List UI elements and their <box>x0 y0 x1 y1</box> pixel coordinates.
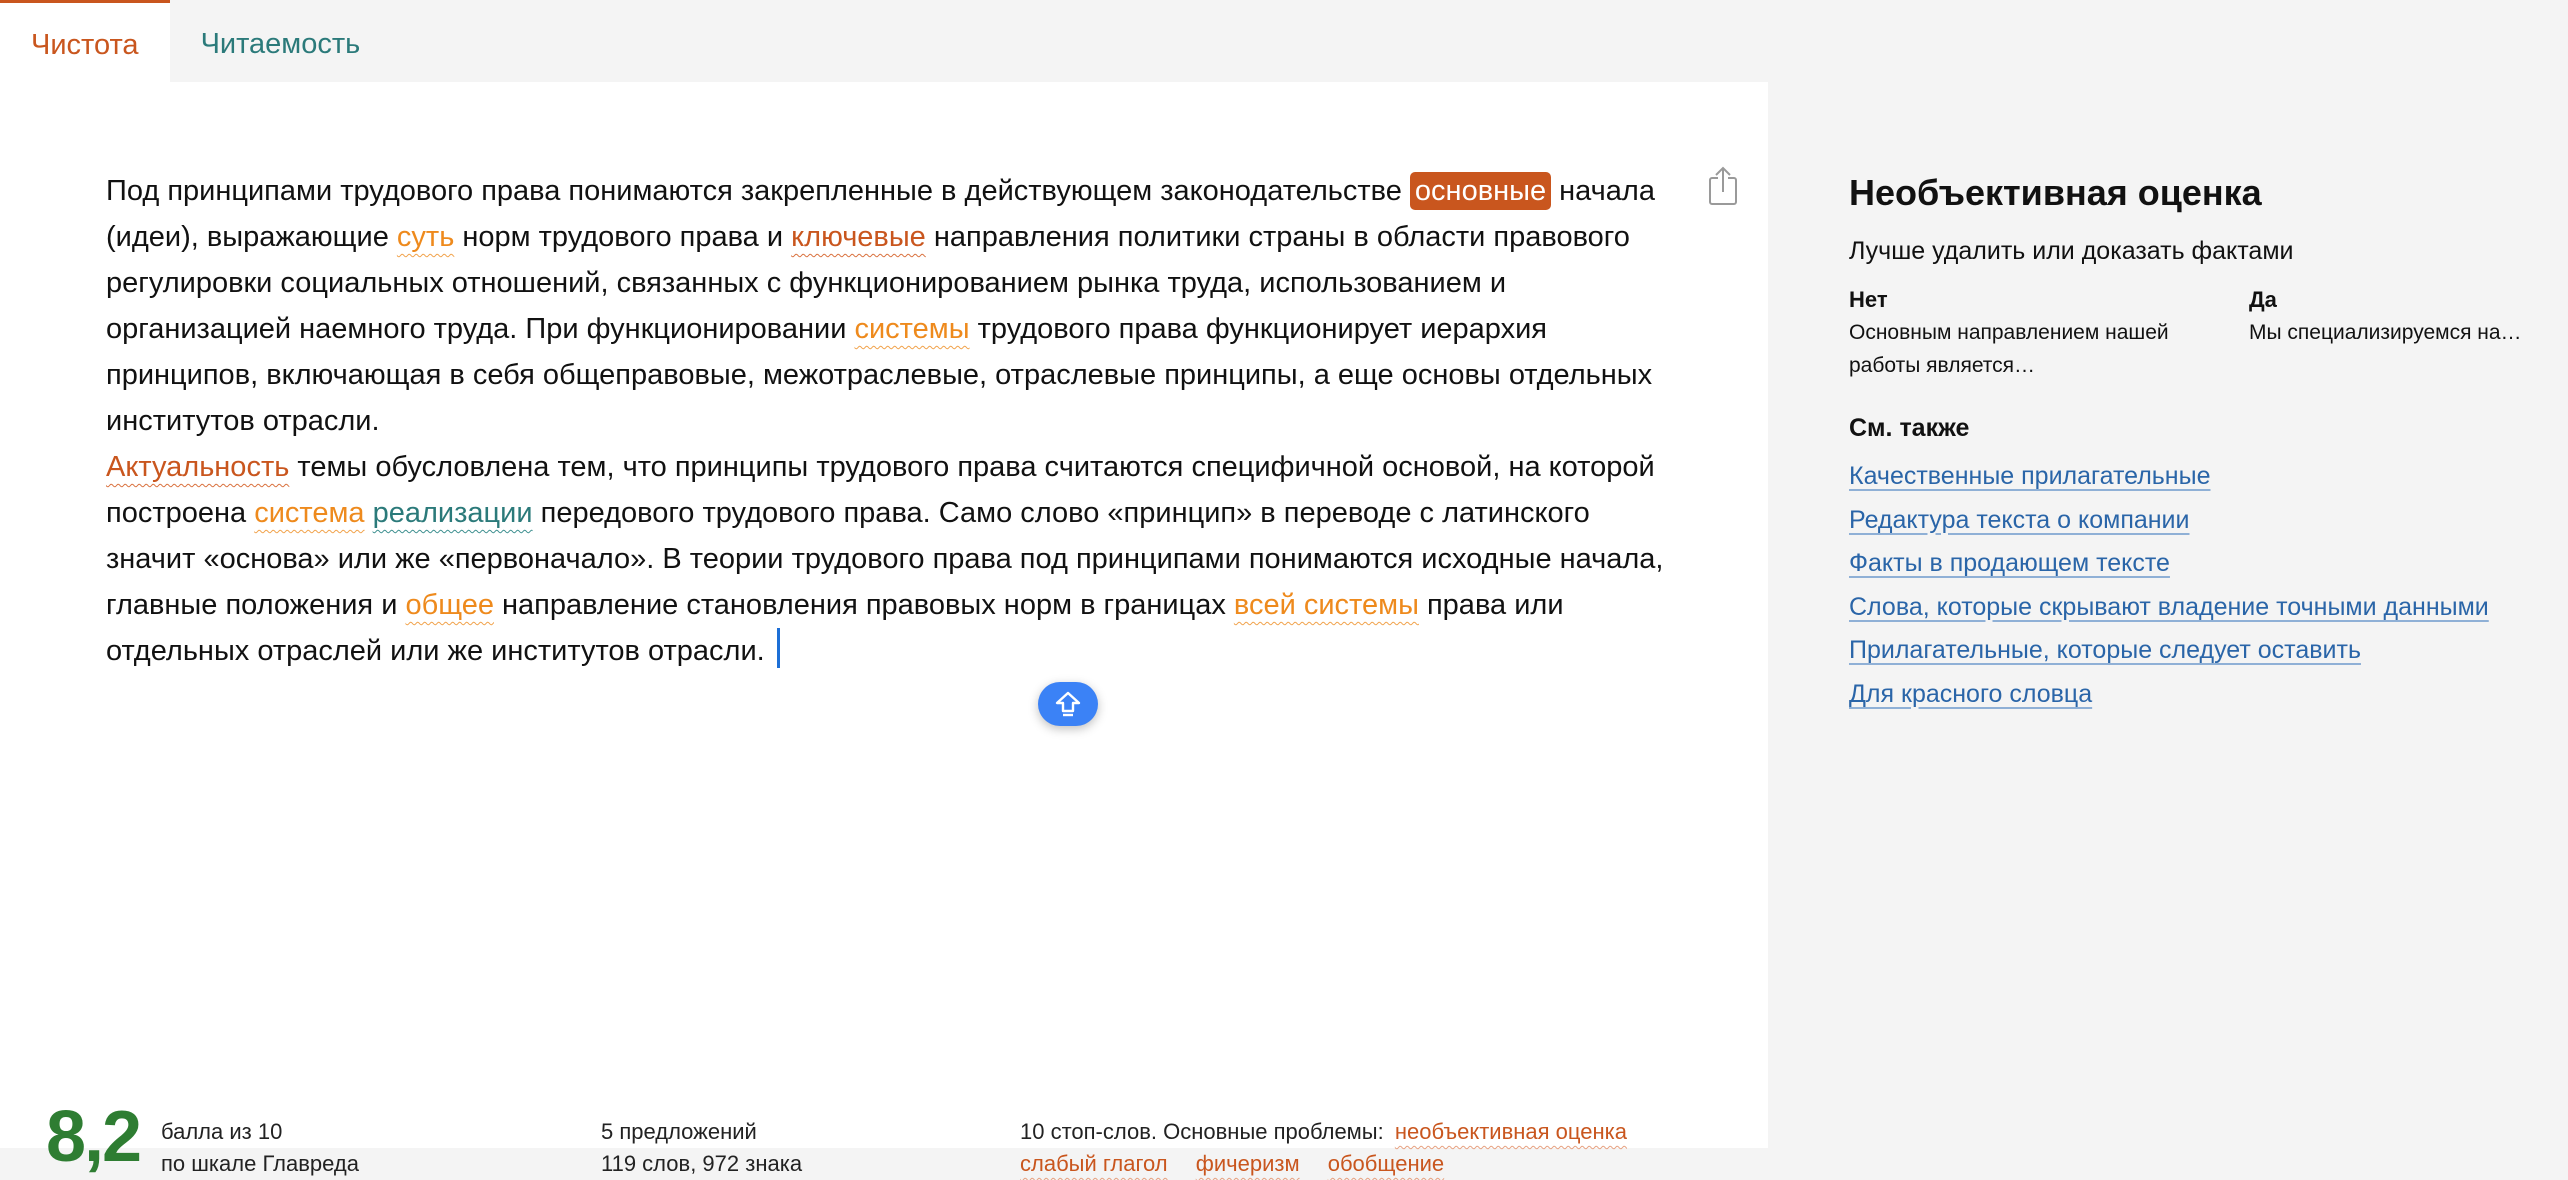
word-count: 119 слов, 972 знака <box>601 1151 803 1176</box>
highlighted-word[interactable]: суть <box>397 221 454 253</box>
edited-text[interactable]: Под принципами трудового права понимаютс… <box>106 168 1686 674</box>
see-also-link[interactable]: Прилагательные, которые следует оставить <box>1849 629 2549 673</box>
see-also-link[interactable]: Факты в продающем тексте <box>1849 542 2549 586</box>
see-also-link[interactable]: Редактура текста о компании <box>1849 499 2549 543</box>
score-line: по шкале Главреда <box>161 1151 359 1176</box>
paragraph: Под принципами трудового права понимаютс… <box>106 168 1686 444</box>
highlighted-word[interactable]: системы <box>854 313 969 345</box>
share-icon[interactable] <box>1708 166 1738 206</box>
problems-summary: 10 стоп-слов. Основные проблемы: необъек… <box>1020 1116 1627 1180</box>
text-fragment <box>365 497 373 529</box>
highlighted-word[interactable]: Актуальность <box>106 451 289 483</box>
scroll-up-button[interactable] <box>1038 682 1098 726</box>
tab-readability[interactable]: Читаемость <box>170 0 392 80</box>
example-no-text: Основным направлением нашей работы являе… <box>1849 321 2169 377</box>
problem-link[interactable]: фичеризм <box>1196 1151 1300 1176</box>
hint-subtitle: Лучше удалить или доказать фактами <box>1849 237 2294 265</box>
example-no-label: Нет <box>1849 287 1888 312</box>
hint-title: Необъективная оценка <box>1849 172 2262 213</box>
see-also-link[interactable]: Качественные прилагательные <box>1849 455 2549 499</box>
highlighted-word[interactable]: всей системы <box>1234 589 1419 621</box>
highlighted-word[interactable]: основные <box>1409 172 1552 210</box>
tab-clarity[interactable]: Чистота <box>0 0 170 82</box>
text-cursor <box>776 628 780 668</box>
example-yes-text: Мы специализируемся на… <box>2249 321 2522 344</box>
score-value: 8,2 <box>46 1097 142 1177</box>
see-also-heading: См. также <box>1849 414 1970 442</box>
score-line: балла из 10 <box>161 1119 283 1144</box>
sentence-count: 5 предложений <box>601 1119 757 1144</box>
text-fragment: Под принципами трудового права понимаютс… <box>106 175 1410 207</box>
see-also-link[interactable]: Для красного словца <box>1849 673 2549 717</box>
see-also-link[interactable]: Слова, которые скрывают владение точными… <box>1849 586 2549 630</box>
tab-bar: Чистота Читаемость <box>0 0 1768 82</box>
see-also-links: Качественные прилагательные Редактура те… <box>1849 455 2549 716</box>
text-fragment: направление становления правовых норм в … <box>493 589 1234 621</box>
paragraph: Актуальность темы обусловлена тем, что п… <box>106 444 1686 674</box>
problem-link[interactable]: необъективная оценка <box>1395 1119 1627 1144</box>
text-stats: 5 предложений 119 слов, 972 знака <box>601 1116 802 1180</box>
arrow-up-icon <box>1055 691 1081 717</box>
highlighted-word[interactable]: реализации <box>373 497 533 529</box>
example-no: Нет Основным направлением нашей работы я… <box>1849 283 2219 382</box>
problems-prefix: 10 стоп-слов. Основные проблемы: <box>1020 1119 1384 1144</box>
example-yes: Да Мы специализируемся на… <box>2249 283 2568 349</box>
highlighted-word[interactable]: общее <box>405 589 494 621</box>
example-yes-label: Да <box>2249 287 2277 312</box>
text-editor[interactable]: Под принципами трудового права понимаютс… <box>0 82 1768 1176</box>
stats-footer: 8,2 балла из 10 по шкале Главреда 5 пред… <box>0 1017 1768 1176</box>
highlighted-word[interactable]: ключевые <box>791 221 926 253</box>
highlighted-word[interactable]: система <box>254 497 364 529</box>
text-fragment: норм трудового права и <box>454 221 792 253</box>
problem-link[interactable]: обобщение <box>1328 1151 1444 1176</box>
hint-panel: Необъективная оценка Лучше удалить или д… <box>1849 165 2549 708</box>
problem-link[interactable]: слабый глагол <box>1020 1151 1168 1176</box>
score-description: балла из 10 по шкале Главреда <box>161 1116 359 1180</box>
